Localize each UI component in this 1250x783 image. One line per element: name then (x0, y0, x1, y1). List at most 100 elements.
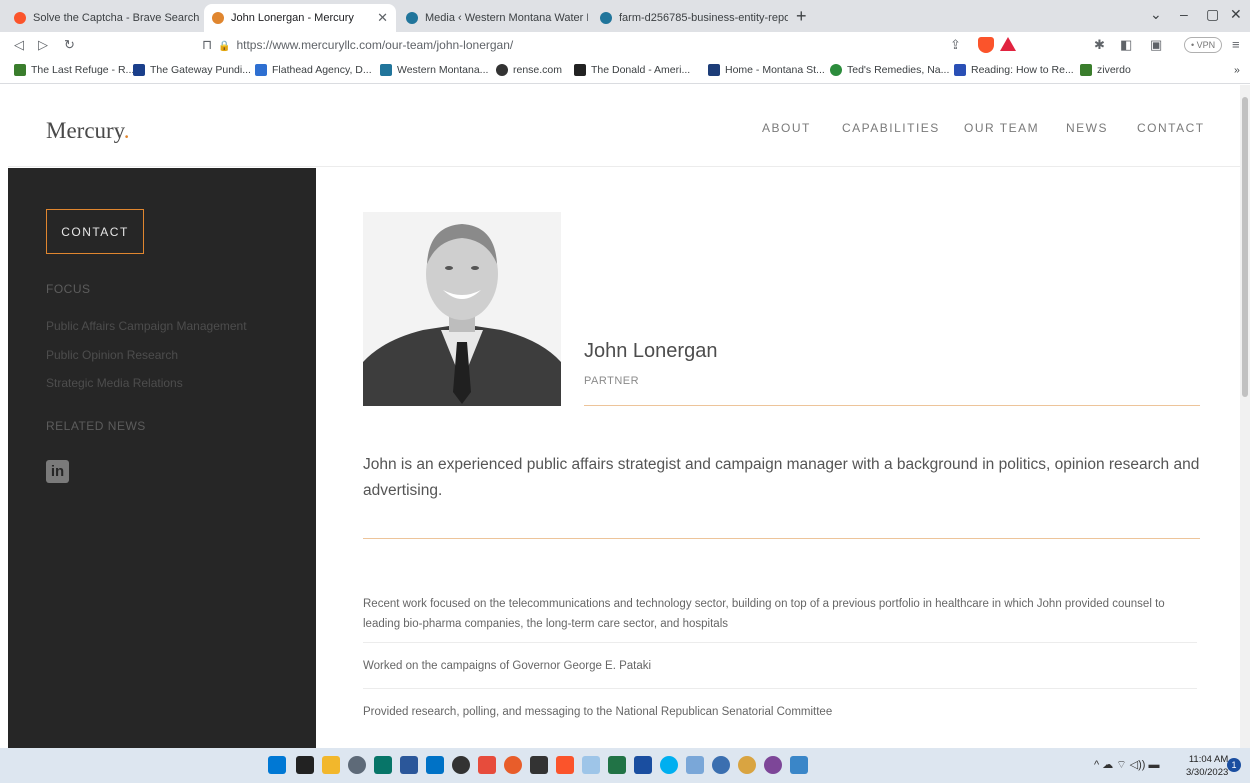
excel-icon[interactable] (608, 756, 626, 774)
brave-rewards-icon[interactable] (1000, 37, 1016, 51)
task-view-icon[interactable] (296, 756, 314, 774)
windows-start-icon[interactable] (268, 756, 286, 774)
back-icon[interactable]: ◁ (14, 37, 24, 53)
photos-icon[interactable] (582, 756, 600, 774)
acrobat-icon[interactable] (530, 756, 548, 774)
address-bar-row: ◁ ▷ ↻ ⊓ 🔒 https://www.mercuryllc.com/our-… (0, 32, 1250, 58)
donald-icon (574, 64, 586, 76)
brave-shield-icon[interactable] (978, 37, 994, 53)
url-field[interactable]: 🔒 https://www.mercuryllc.com/our-team/joh… (218, 38, 513, 52)
minimize-icon[interactable]: – (1180, 6, 1188, 22)
nav-our-team[interactable]: OUR TEAM (964, 121, 1039, 135)
tab-media-wordpress[interactable]: Media ‹ Western Montana Water Righ (398, 4, 588, 32)
bookmark-item[interactable]: ziverdo (1080, 64, 1131, 76)
list-item: Worked on the campaigns of Governor Geor… (363, 660, 652, 672)
tab-farm-report[interactable]: farm-d256785-business-entity-report (592, 4, 788, 32)
tab-search-icon[interactable]: ⌄ (1150, 6, 1162, 23)
site-header: Mercury. ABOUT CAPABILITIES OUR TEAM NEW… (8, 85, 1240, 167)
teds-icon (830, 64, 842, 76)
bookmark-item[interactable]: The Gateway Pundi... (133, 64, 251, 76)
tab-brave-search[interactable]: Solve the Captcha - Brave Search (6, 4, 202, 32)
tor-icon[interactable] (764, 756, 782, 774)
outlook-icon[interactable] (426, 756, 444, 774)
new-tab-button[interactable]: + (796, 6, 807, 27)
divider (584, 405, 1200, 406)
divider (363, 538, 1200, 539)
windows-taskbar: ^ ☁ ⌔ ◁)) ▬ 11:04 AM 3/30/2023 1 (0, 748, 1250, 783)
nav-about[interactable]: ABOUT (762, 121, 811, 135)
focus-item[interactable]: Strategic Media Relations (46, 376, 183, 390)
divider (363, 642, 1197, 643)
tab-title: Solve the Captcha - Brave Search (33, 12, 200, 24)
word-icon[interactable] (400, 756, 418, 774)
page-scrollbar[interactable] (1240, 85, 1250, 748)
tab-title: farm-d256785-business-entity-report (619, 12, 788, 24)
related-news-heading: RELATED NEWS (46, 419, 146, 433)
bookmark-item[interactable]: rense.com (496, 64, 562, 76)
share-icon[interactable]: ⇪ (950, 37, 961, 53)
browser-tab-strip: Solve the Captcha - Brave Search John Lo… (0, 0, 1250, 32)
extensions-icon[interactable]: ✱ (1094, 37, 1105, 53)
tab-title: John Lonergan - Mercury (231, 12, 354, 24)
bookmark-icon[interactable]: ⊓ (202, 37, 212, 53)
app-icon[interactable] (478, 756, 496, 774)
sidebar: CONTACT FOCUS Public Affairs Campaign Ma… (8, 168, 316, 748)
bookmark-item[interactable]: The Donald - Ameri... (574, 64, 690, 76)
close-icon[interactable]: ✕ (377, 10, 388, 26)
bookmark-item[interactable]: The Last Refuge - R... (14, 64, 134, 76)
scrollbar-thumb[interactable] (1242, 97, 1248, 397)
tree-icon (14, 64, 26, 76)
flathead-icon (255, 64, 267, 76)
menu-icon[interactable]: ≡ (1232, 37, 1240, 52)
tab-mercury[interactable]: John Lonergan - Mercury ✕ (204, 4, 396, 32)
linkedin-icon[interactable]: in (46, 460, 69, 483)
forward-icon[interactable]: ▷ (38, 37, 48, 53)
bookmark-item[interactable]: Western Montana... (380, 64, 488, 76)
skype-icon[interactable] (660, 756, 678, 774)
bookmark-item[interactable]: Ted's Remedies, Na... (830, 64, 949, 76)
bookmark-item[interactable]: Reading: How to Re... (954, 64, 1074, 76)
brave-icon (14, 12, 26, 24)
malwarebytes-icon[interactable] (634, 756, 652, 774)
mercury-icon (212, 12, 224, 24)
publisher-icon[interactable] (374, 756, 392, 774)
mercury-logo[interactable]: Mercury. (46, 118, 129, 144)
bookmark-item[interactable]: Flathead Agency, D... (255, 64, 372, 76)
notification-badge[interactable]: 1 (1227, 758, 1241, 772)
window-close-icon[interactable]: ✕ (1230, 6, 1242, 23)
vpn-button[interactable]: • VPN (1184, 37, 1223, 53)
focus-heading: FOCUS (46, 282, 91, 296)
focus-item[interactable]: Public Affairs Campaign Management (46, 319, 247, 333)
record-icon[interactable] (504, 756, 522, 774)
reload-icon[interactable]: ↻ (64, 37, 75, 53)
nav-news[interactable]: NEWS (1066, 121, 1108, 135)
focus-item[interactable]: Public Opinion Research (46, 348, 178, 362)
sidebar-icon[interactable]: ◧ (1120, 37, 1132, 53)
bookmarks-bar: The Last Refuge - R... The Gateway Pundi… (0, 58, 1250, 84)
wordpress-icon (600, 12, 612, 24)
contact-button[interactable]: CONTACT (46, 209, 144, 254)
nav-capabilities[interactable]: CAPABILITIES (842, 121, 940, 135)
dell-icon[interactable] (452, 756, 470, 774)
portrait-image (363, 212, 561, 406)
person-role: PARTNER (584, 375, 640, 387)
system-clock[interactable]: 11:04 AM 3/30/2023 (1186, 753, 1228, 779)
bookmark-item[interactable]: Home - Montana St... (708, 64, 825, 76)
wordpress-icon (406, 12, 418, 24)
misc-app-icon[interactable] (738, 756, 756, 774)
more-bookmarks-icon[interactable]: » (1234, 64, 1240, 76)
mail-icon[interactable] (686, 756, 704, 774)
brave-icon[interactable] (556, 756, 574, 774)
tray-icons[interactable]: ^ ☁ ⌔ ◁)) ▬ (1094, 758, 1160, 772)
restore-icon[interactable]: ▢ (1206, 6, 1219, 23)
nav-contact[interactable]: CONTACT (1137, 121, 1205, 135)
gp-icon (133, 64, 145, 76)
person-name: John Lonergan (584, 340, 718, 362)
wallet-icon[interactable]: ▣ (1150, 37, 1162, 53)
list-item: Provided research, polling, and messagin… (363, 706, 833, 718)
settings-icon[interactable] (348, 756, 366, 774)
portrait-photo (363, 212, 561, 406)
phone-icon[interactable] (790, 756, 808, 774)
chrome-icon[interactable] (712, 756, 730, 774)
file-explorer-icon[interactable] (322, 756, 340, 774)
